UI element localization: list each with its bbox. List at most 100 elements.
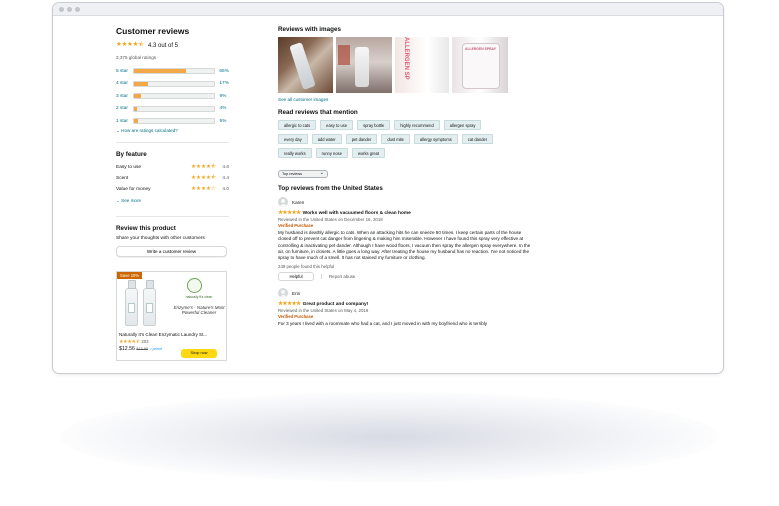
mention-chip[interactable]: cat dander: [461, 134, 494, 144]
bottle-cap: [128, 279, 136, 289]
review-title[interactable]: Works well with vacuumed floors & clean …: [303, 211, 411, 216]
histogram-row-4[interactable]: 4 star 17%: [116, 78, 229, 91]
review-author[interactable]: Karen: [292, 200, 304, 205]
by-feature-title: By feature: [116, 150, 147, 158]
ad-stars-icon: ★★★★⯪: [119, 338, 141, 345]
bottle-label-text: ALLERGEN SPRAY: [465, 47, 496, 51]
histogram-row-2[interactable]: 2 star 4%: [116, 103, 229, 116]
feature-value: 4.0: [222, 186, 229, 192]
helpful-count: 249 people found this helpful: [278, 264, 335, 270]
review-image[interactable]: [336, 37, 392, 93]
mention-chip[interactable]: really works: [278, 148, 312, 158]
review-image[interactable]: ALLERGEN SP: [395, 37, 449, 93]
mention-chip[interactable]: easy to use: [320, 120, 354, 130]
mention-chip[interactable]: allergen spray: [443, 120, 482, 130]
sponsored-ad[interactable]: Save 10% naturally it's clean Enzyme's -…: [116, 270, 227, 361]
product-bottle-image[interactable]: [143, 279, 156, 326]
review-author[interactable]: Erin: [292, 291, 300, 296]
ad-tagline: Enzyme's - Nature's Most Powerful Cleane…: [173, 304, 225, 316]
histogram-bar[interactable]: [133, 93, 216, 100]
mention-chip[interactable]: spray bottle: [357, 120, 391, 130]
ad-list-price: $13.95: [136, 346, 148, 351]
avatar-icon[interactable]: [278, 288, 288, 299]
window-close-dot[interactable]: [59, 7, 64, 12]
mention-chip[interactable]: add water: [311, 134, 342, 144]
feature-stars-icon: ★★★★☆: [191, 186, 217, 192]
overall-stars-icon[interactable]: ★★★★⯪: [116, 40, 144, 51]
helpful-button[interactable]: Helpful: [278, 272, 314, 282]
histogram-bar[interactable]: [133, 68, 216, 75]
spray-bottle-image: [289, 42, 316, 90]
review-author-row: Karen: [278, 197, 533, 207]
avatar-icon[interactable]: [278, 197, 288, 207]
mention-chip[interactable]: every day: [278, 134, 308, 144]
histogram-row-3[interactable]: 3 star 9%: [116, 90, 229, 103]
ad-product-title[interactable]: Naturally It's Clean Enzymatic Laundry S…: [119, 332, 226, 337]
histogram-percent[interactable]: 65%: [219, 69, 229, 74]
mention-chip[interactable]: dust mite: [381, 134, 410, 144]
histogram-label[interactable]: 5 star: [116, 69, 133, 74]
sort-reviews-select[interactable]: Top reviews: [278, 170, 328, 178]
histogram-bar[interactable]: [133, 118, 216, 125]
histogram-bar[interactable]: [133, 80, 216, 87]
histogram-label[interactable]: 4 star: [116, 81, 133, 86]
review-product-subtitle: Share your thoughts with other customers: [116, 235, 205, 241]
see-all-images-link[interactable]: See all customer images: [278, 97, 538, 102]
mention-chip[interactable]: allergic to cats: [278, 120, 317, 130]
window-minimize-dot[interactable]: [67, 7, 72, 12]
overall-rating: ★★★★⯪ 4.3 out of 5: [116, 40, 229, 51]
divider: [116, 215, 229, 217]
mention-chip[interactable]: works great: [351, 148, 386, 158]
spray-bottle-image: [355, 47, 369, 87]
top-reviews-title: Top reviews from the United States: [278, 185, 383, 192]
review-stars-icon[interactable]: ★★★★★: [278, 210, 301, 216]
report-abuse-link[interactable]: Report abuse: [321, 274, 355, 280]
review-body: For 3 years I lived with a roommate who …: [278, 321, 488, 327]
ad-price-block: $12.56 $13.95 ✓prime: [119, 346, 162, 352]
review-item: Karen ★★★★★ Works well with vacuumed flo…: [278, 197, 533, 282]
review-product-title: Review this product: [116, 224, 176, 232]
histogram-row-5[interactable]: 5 star 65%: [116, 65, 229, 78]
histogram-percent[interactable]: 4%: [219, 106, 229, 111]
histogram-fill: [134, 94, 142, 99]
mention-chip[interactable]: highly recommend: [394, 120, 440, 130]
feature-name: Easy to use: [116, 164, 142, 170]
window-zoom-dot[interactable]: [75, 7, 80, 12]
review-title[interactable]: Great product and company!: [303, 302, 369, 307]
browser-window: Customer reviews ★★★★⯪ 4.3 out of 5 3,37…: [52, 2, 724, 374]
histogram-label[interactable]: 1 star: [116, 119, 133, 124]
feature-row: Scent ★★★★⯪ 4.4: [116, 173, 229, 184]
histogram-bar[interactable]: [133, 105, 216, 112]
mention-chip[interactable]: pet dander: [345, 134, 378, 144]
reviews-column: Reviews with images ALLERGEN SP ALLERGEN…: [278, 26, 538, 328]
overall-rating-text: 4.3 out of 5: [147, 42, 178, 49]
feature-stars-icon: ★★★★⯪: [191, 164, 217, 170]
histogram-fill: [134, 119, 139, 124]
histogram-percent[interactable]: 5%: [219, 119, 229, 124]
shop-now-button[interactable]: Shop now: [181, 348, 217, 358]
how-ratings-calculated-link[interactable]: ⌄ How are ratings calculated?: [116, 128, 229, 134]
ad-save-badge: Save 10%: [117, 271, 143, 279]
feature-stars-icon: ★★★★⯪: [191, 175, 217, 181]
review-image[interactable]: ALLERGEN SPRAY: [452, 37, 508, 93]
histogram-row-1[interactable]: 1 star 5%: [116, 115, 229, 128]
histogram-label[interactable]: 3 star: [116, 94, 133, 99]
feature-name: Scent: [116, 175, 129, 181]
write-review-button[interactable]: Write a customer review: [116, 245, 227, 257]
review-actions: Helpful Report abuse: [278, 272, 533, 282]
bottle-cap: [146, 279, 154, 289]
histogram-percent[interactable]: 17%: [219, 81, 229, 86]
histogram-label[interactable]: 2 star: [116, 106, 133, 111]
review-image[interactable]: [278, 37, 333, 93]
review-stars-icon[interactable]: ★★★★★: [278, 301, 301, 307]
verified-purchase-badge: Verified Purchase: [278, 223, 314, 228]
feature-row: Easy to use ★★★★⯪ 4.6: [116, 162, 229, 173]
bottle-label: [128, 302, 135, 313]
ad-price: $12.56: [119, 345, 135, 352]
histogram-percent[interactable]: 9%: [219, 94, 229, 99]
rating-histogram: 5 star 65% 4 star 17% 3 star 9% 2 star 4…: [116, 65, 229, 128]
see-more-features-link[interactable]: ⌄ See more: [116, 198, 229, 204]
mention-chip[interactable]: runny nose: [315, 148, 348, 158]
product-bottle-image[interactable]: [125, 279, 138, 326]
mention-chip[interactable]: allergy symptoms: [413, 134, 458, 144]
